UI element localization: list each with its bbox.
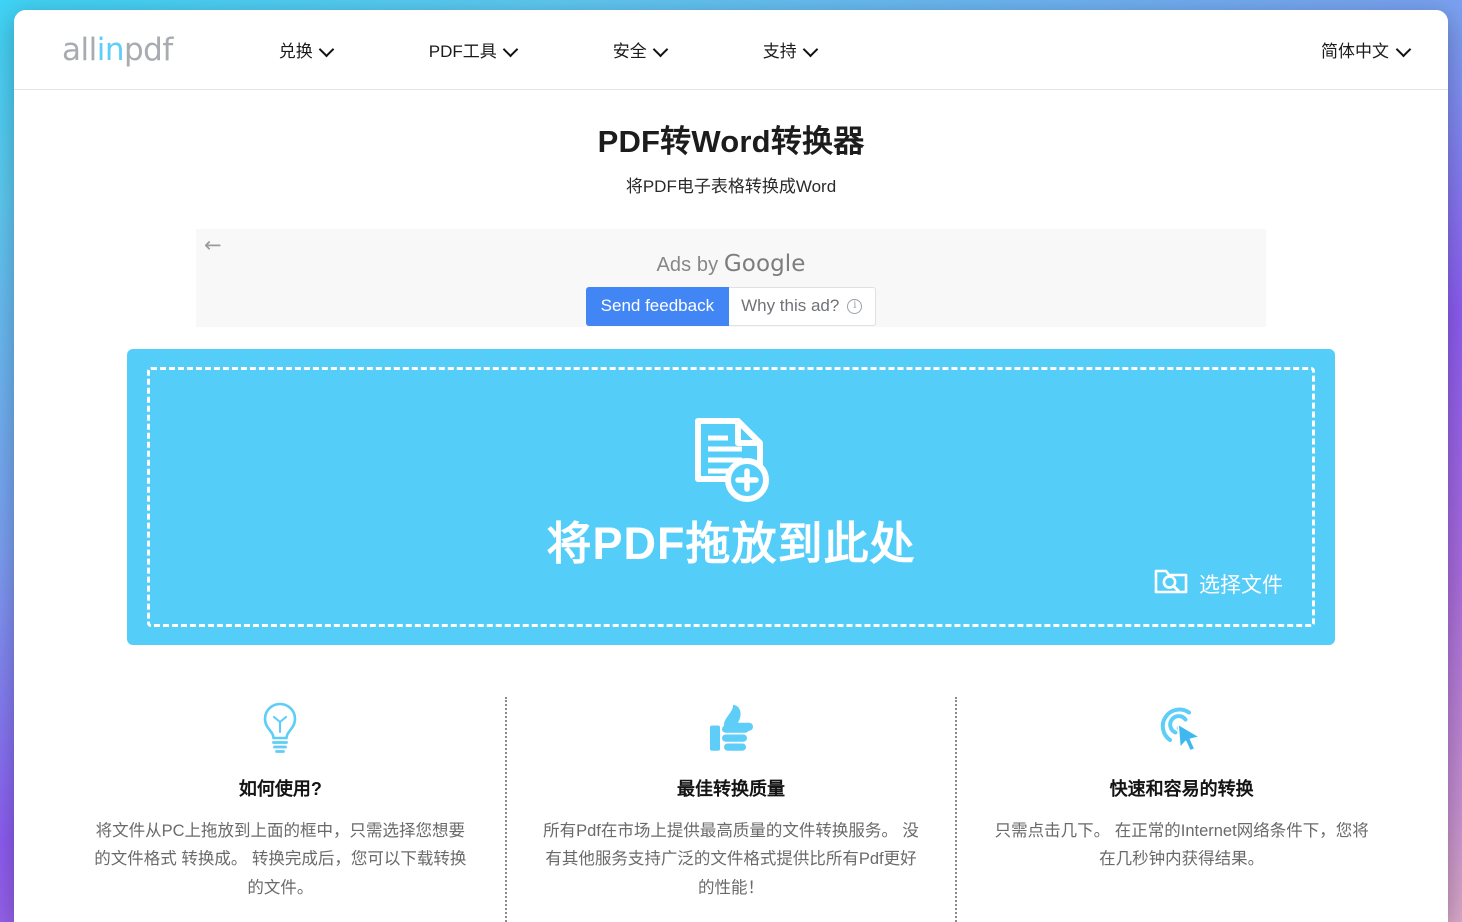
chevron-down-icon <box>504 43 517 56</box>
document-add-icon <box>546 418 915 511</box>
ads-by-prefix: Ads by <box>656 254 723 276</box>
nav-item-exchange[interactable]: 兑换 <box>279 31 333 68</box>
browser-window: allinpdf 兑换 PDF工具 安全 支持 简体中文 <box>14 10 1448 922</box>
nav-item-label: 支持 <box>763 37 797 62</box>
nav-item-support[interactable]: 支持 <box>763 31 817 68</box>
choose-file-label: 选择文件 <box>1199 569 1283 599</box>
page-subtitle: 将PDF电子表格转换成Word <box>14 172 1448 197</box>
feature-description: 所有Pdf在市场上提供最高质量的文件转换服务。 没有其他服务支持广泛的文件格式提… <box>541 817 922 902</box>
ads-by-google-label: Ads by Google <box>196 251 1266 277</box>
nav-item-pdf-tools[interactable]: PDF工具 <box>429 31 517 68</box>
feature-best-quality: 最佳转换质量 所有Pdf在市场上提供最高质量的文件转换服务。 没有其他服务支持广… <box>505 697 956 922</box>
nav-item-label: PDF工具 <box>429 37 497 62</box>
ad-inner: Ads by Google Send feedback Why this ad?… <box>196 229 1266 326</box>
chevron-down-icon <box>654 43 667 56</box>
page-title: PDF转Word转换器 <box>14 116 1448 161</box>
chevron-down-icon <box>804 43 817 56</box>
logo-text-prefix: all <box>62 32 97 68</box>
ad-back-arrow-icon[interactable]: ← <box>204 235 222 256</box>
language-selector[interactable]: 简体中文 <box>1321 37 1410 62</box>
chevron-down-icon <box>1397 43 1410 56</box>
feature-title: 快速和容易的转换 <box>991 775 1372 801</box>
lightbulb-icon <box>90 697 471 755</box>
folder-search-icon <box>1154 567 1188 601</box>
chevron-down-icon <box>320 43 333 56</box>
dropzone-text: 将PDF拖放到此处 <box>546 519 915 569</box>
why-this-ad-label: Why this ad? <box>741 296 839 316</box>
thumbs-up-icon <box>541 697 922 755</box>
pdf-dropzone[interactable]: 将PDF拖放到此处 选择文件 <box>127 349 1335 645</box>
feature-description: 只需点击几下。 在正常的Internet网络条件下，您将在几秒钟内获得结果。 <box>991 817 1372 874</box>
google-ad-banner: ← Ads by Google Send feedback Why this a… <box>196 229 1266 327</box>
page-content: PDF转Word转换器 将PDF电子表格转换成Word ← Ads by Goo… <box>14 90 1448 922</box>
info-icon: i <box>847 299 862 314</box>
feature-title: 最佳转换质量 <box>541 775 922 801</box>
dropzone-center: 将PDF拖放到此处 <box>546 418 915 569</box>
feature-columns: 如何使用? 将文件从PC上拖放到上面的框中，只需选择您想要的文件格式 转换成。 … <box>56 697 1406 922</box>
google-wordmark: Google <box>724 251 806 277</box>
nav-links: 兑换 PDF工具 安全 支持 <box>279 31 817 68</box>
feature-fast-easy: 快速和容易的转换 只需点击几下。 在正常的Internet网络条件下，您将在几秒… <box>955 697 1406 922</box>
nav-item-label: 安全 <box>613 37 647 62</box>
logo-text-highlight: in <box>97 32 124 68</box>
why-this-ad-button[interactable]: Why this ad? i <box>729 287 876 326</box>
ad-buttons: Send feedback Why this ad? i <box>196 287 1266 326</box>
top-navigation-bar: allinpdf 兑换 PDF工具 安全 支持 简体中文 <box>14 10 1448 90</box>
choose-file-button[interactable]: 选择文件 <box>1154 567 1283 601</box>
feature-description: 将文件从PC上拖放到上面的框中，只需选择您想要的文件格式 转换成。 转换完成后，… <box>90 817 471 902</box>
nav-item-label: 兑换 <box>279 37 313 62</box>
site-logo[interactable]: allinpdf <box>62 32 173 68</box>
logo-text-suffix: pdf <box>124 32 173 68</box>
send-feedback-button[interactable]: Send feedback <box>586 287 729 326</box>
click-cursor-icon <box>991 697 1372 755</box>
feature-title: 如何使用? <box>90 775 471 801</box>
nav-item-security[interactable]: 安全 <box>613 31 667 68</box>
language-selector-label: 简体中文 <box>1321 37 1389 62</box>
feature-how-to-use: 如何使用? 将文件从PC上拖放到上面的框中，只需选择您想要的文件格式 转换成。 … <box>56 697 505 922</box>
